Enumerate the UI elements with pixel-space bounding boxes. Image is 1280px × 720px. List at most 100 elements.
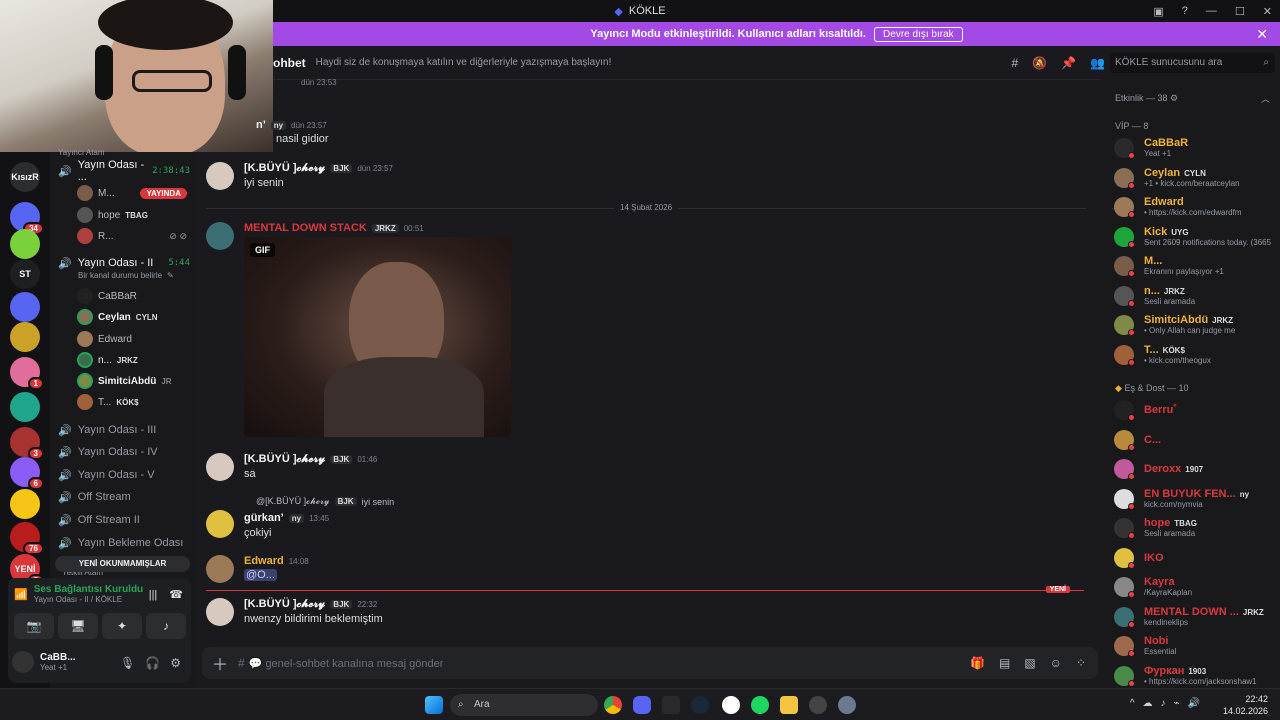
notification-bell-icon[interactable]: 🔕 [1032,56,1047,70]
attach-plus-icon[interactable]: ＋ [202,651,238,675]
disconnect-icon[interactable]: ☎ [169,588,183,601]
close-banner-icon[interactable]: ✕ [1256,26,1268,43]
steam-icon[interactable] [691,696,709,714]
member-item[interactable]: Deroxx 1907 [1114,457,1274,481]
yandex-icon[interactable] [722,696,740,714]
voice-channel-name[interactable]: Yayın Odası - II / KÖKLE [34,595,143,604]
minimize-button[interactable]: — [1206,5,1217,17]
member-item[interactable]: C... [1114,428,1274,452]
microphone-icon[interactable]: 🎙 [120,656,135,670]
set-channel-status[interactable]: Bir kanal durumu belirle ✎ [78,268,188,282]
server-icon[interactable] [10,229,40,259]
server-search-input[interactable]: KÖKLE sunucusunu ara ⌕ [1110,53,1275,73]
activity-header[interactable]: Etkinlik — 38 ⚙ [1115,93,1178,104]
app-icon[interactable] [809,696,827,714]
gift-icon[interactable]: 🎁 [970,656,985,670]
category-yayinci-atam[interactable]: Yayıncı Atam [58,146,190,158]
voice-user[interactable]: M... YAYINDA [77,183,187,203]
settings-icon[interactable] [838,696,856,714]
close-window-button[interactable]: ✕ [1263,5,1272,18]
windows-start-icon[interactable] [425,696,443,714]
noise-suppression-icon[interactable]: ||| [149,589,158,601]
screen-share-button[interactable]: 🖥 [58,613,98,639]
avatar[interactable] [206,510,234,538]
voice-channel-yayin-odasi-5[interactable]: 🔊 Yayın Odası - V [58,465,190,485]
voice-user[interactable]: T... KÖK$ [77,392,187,412]
voice-user[interactable]: R... ⊘ ⊘ [77,226,187,246]
apps-icon[interactable]: ⁘ [1076,656,1086,670]
disable-streamer-mode-button[interactable]: Devre dışı bırak [874,26,963,42]
clock[interactable]: 22:42 14.02.2026 [1223,693,1268,717]
voice-user[interactable]: CaBBaR [77,286,187,306]
pin-icon[interactable]: 📌 [1061,56,1076,70]
spotify-icon[interactable] [751,696,769,714]
new-unreads-button[interactable]: YENİ OKUNMAMIŞLAR [55,556,190,572]
member-item[interactable]: EN BUYUK FEN... ny kick.com/nymvia [1114,487,1274,511]
message-composer[interactable]: ＋ # 💬 genel-sohbet kanalına mesaj gönder… [202,647,1098,679]
server-icon[interactable]: 1 [10,357,44,390]
server-icon[interactable]: 34 [10,202,44,235]
server-icon[interactable] [10,392,40,422]
gif-attachment[interactable]: GIF [244,237,511,437]
member-item[interactable]: Edward • https://kick.com/edwardfm [1114,195,1274,219]
activities-button[interactable]: ✦ [102,613,142,639]
voice-user[interactable]: hope TBAG [77,205,187,225]
voice-user[interactable]: n... JRKZ [77,350,187,370]
avatar[interactable] [206,598,234,626]
reply-preview[interactable]: @[K.BÜYÜ ]𝓬𝓱𝓮𝓻𝔂 BJK iyi senin [256,496,394,507]
taskbar-search-input[interactable]: ⌕ Ara [450,694,598,716]
user-avatar[interactable] [12,651,34,673]
discord-icon[interactable] [633,696,651,714]
avatar[interactable] [206,555,234,583]
member-item[interactable]: SimitciAbdü JRKZ • Only Allah can judge me [1114,313,1274,337]
server-icon[interactable]: 3 [10,427,44,460]
member-item[interactable]: IKO [1114,546,1274,570]
chrome-icon[interactable] [604,696,622,714]
settings-gear-icon[interactable]: ⚙ [170,656,181,670]
member-item[interactable]: Kick UYG Sent 2609 notifications today. (3… [1114,225,1274,249]
voice-channel-yayin-odasi-3[interactable]: 🔊 Yayın Odası - III [58,420,190,440]
threads-icon[interactable]: # [1011,56,1018,70]
member-item[interactable]: MENTAL DOWN ... JRKZ kendineklips [1114,605,1274,629]
help-icon[interactable]: ? [1182,5,1188,17]
headphones-icon[interactable]: 🎧 [145,656,160,670]
voice-channel-yayin-odasi-4[interactable]: 🔊 Yayın Odası - IV [58,442,190,462]
server-icon[interactable] [10,322,40,352]
member-item[interactable]: CaBBaR Yeat +1 [1114,136,1274,160]
server-icon[interactable] [10,489,40,519]
avatar[interactable] [206,453,234,481]
member-item[interactable]: Berru˚ [1114,398,1274,422]
voice-channel-yayin-odasi-1[interactable]: 🔊 Yayın Odası - ... 2:38:43 [58,159,190,183]
gif-picker-icon[interactable]: ▤ [999,656,1010,670]
voice-user[interactable]: Edward [77,329,187,349]
member-item[interactable]: hope TBAG Sesli aramada [1114,516,1274,540]
camera-toggle-button[interactable]: 📷 [14,613,54,639]
server-icon[interactable]: ST [10,259,40,289]
member-item[interactable]: T... KÖK$ • kick.com/theogux [1114,343,1274,367]
system-tray[interactable]: ^☁♪⌁🔊 [1130,698,1208,709]
emoji-icon[interactable]: ☺ [1050,656,1062,670]
chevron-up-icon[interactable]: ︿ [1261,92,1270,105]
sticker-icon[interactable]: ▧ [1024,656,1035,670]
inbox-icon[interactable]: ▣ [1153,5,1163,18]
soundboard-button[interactable]: ♪ [146,613,186,639]
maximize-button[interactable]: ☐ [1235,5,1245,18]
member-item[interactable]: M... Ekranını paylaşıyor +1 [1114,254,1274,278]
server-icon[interactable] [10,292,40,322]
avatar[interactable] [206,222,234,250]
member-list-icon[interactable]: 👥 [1090,56,1105,70]
channel-topic[interactable]: Haydi siz de konuşmaya katılın ve diğerl… [316,57,612,68]
voice-channel-off-stream[interactable]: 🔊 Off Stream [58,487,190,507]
member-item[interactable]: Фуркан 1903 • https://kick.com/jacksonshaw… [1114,664,1274,688]
voice-user[interactable]: Ceylan CYLN [77,307,187,327]
member-item[interactable]: Kayra/KayraKaplan [1114,575,1274,599]
avatar[interactable] [206,162,234,190]
server-icon[interactable]: 6 [10,457,44,490]
member-item[interactable]: n... JRKZ Sesli aramada [1114,284,1274,308]
file-explorer-icon[interactable] [780,696,798,714]
voice-channel-off-stream-2[interactable]: 🔊 Off Stream II [58,510,190,530]
server-icon[interactable]: KısızR [10,162,40,192]
epic-games-icon[interactable] [662,696,680,714]
member-item[interactable]: Nobi Essential [1114,634,1274,658]
voice-channel-bekleme-odasi[interactable]: 🔊 Yayın Bekleme Odası [58,533,190,553]
